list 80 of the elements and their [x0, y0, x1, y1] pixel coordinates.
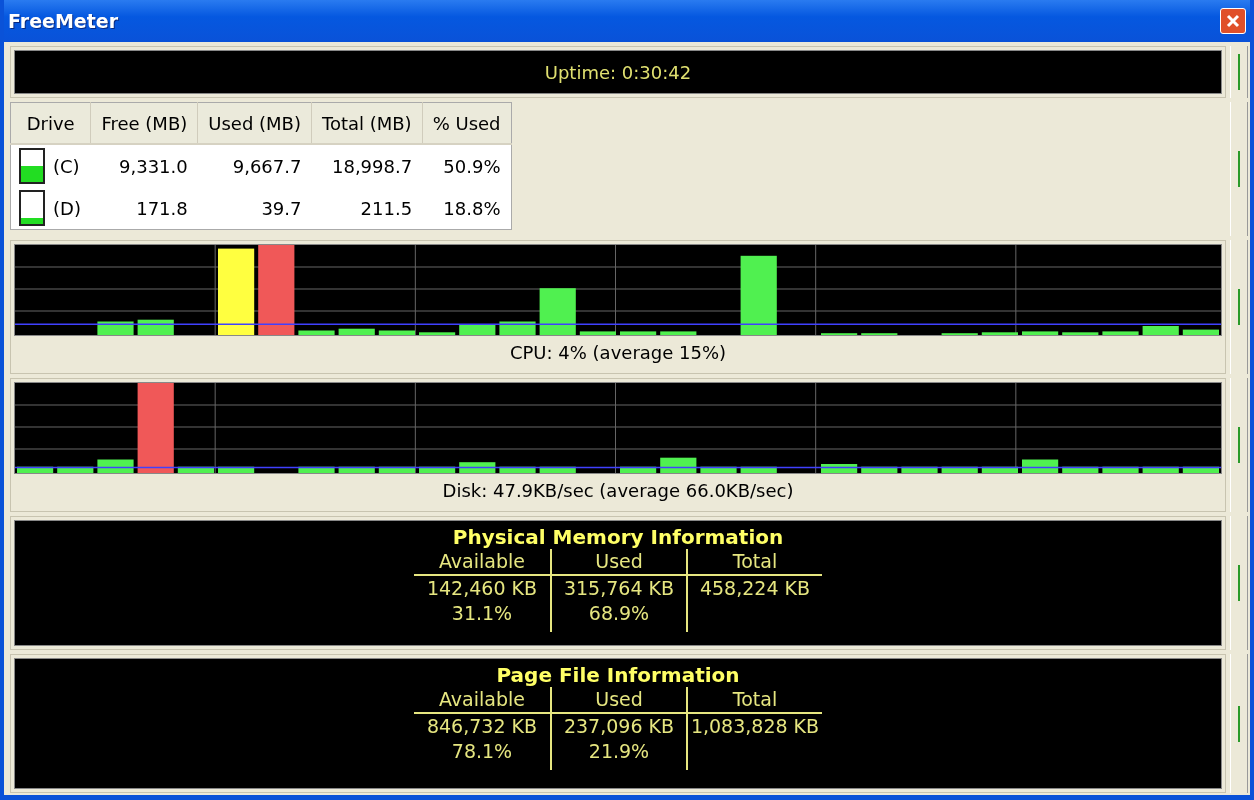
usage-bar	[1062, 332, 1099, 335]
usage-bar	[17, 466, 54, 473]
usage-bar	[821, 464, 858, 473]
table-cell: 9,331.0	[90, 144, 198, 187]
usage-bar	[620, 331, 657, 335]
column-header: Used	[550, 549, 686, 576]
window-title: FreeMeter	[8, 10, 119, 32]
usage-bar	[981, 466, 1018, 473]
usage-bar	[1102, 466, 1139, 473]
amount-value: 846,732 KB	[425, 714, 539, 739]
usage-bar	[378, 466, 415, 473]
usage-bar	[861, 466, 898, 473]
usage-bar	[1022, 331, 1059, 335]
usage-bar	[378, 330, 415, 335]
usage-bar	[338, 466, 375, 473]
table-cell: (C)	[53, 155, 80, 177]
usage-bar	[419, 466, 456, 473]
column-header: Available	[414, 549, 550, 576]
table-cell: (D)	[53, 197, 81, 219]
usage-bar	[740, 466, 777, 473]
table-cell: 50.9%	[422, 144, 512, 187]
column-header[interactable]: Free (MB)	[90, 102, 198, 144]
table-cell: 18,998.7	[311, 144, 423, 187]
panel-title: Page File Information	[496, 663, 740, 687]
amount-value: 237,096 KB	[562, 714, 676, 739]
column-header[interactable]: Total (MB)	[311, 102, 423, 144]
column-header: Available	[414, 687, 550, 714]
usage-bar	[1142, 326, 1179, 335]
usage-bar	[1182, 466, 1219, 473]
usage-bar	[57, 466, 94, 473]
usage-bar	[499, 466, 536, 473]
usage-bar	[660, 331, 697, 335]
usage-bar	[539, 466, 576, 473]
usage-bar	[338, 328, 375, 335]
column-header[interactable]: % Used	[422, 102, 512, 144]
usage-bar	[1102, 331, 1139, 335]
amount-value: 1,083,828 KB	[689, 714, 821, 739]
column-header[interactable]: Drive	[10, 102, 91, 144]
close-icon	[1225, 13, 1241, 29]
panel-title: Physical Memory Information	[452, 525, 784, 549]
usage-bar	[298, 330, 335, 335]
percent-value: 31.1%	[450, 601, 514, 626]
usage-bar	[620, 466, 657, 473]
usage-bar	[177, 466, 214, 473]
disk-caption: Disk: 47.9KB/sec (average 66.0KB/sec)	[441, 479, 795, 503]
uptime-display: Uptime: 0:30:42	[14, 50, 1222, 94]
usage-bar	[901, 466, 938, 473]
usage-bar	[459, 324, 496, 335]
table-cell: 9,667.7	[197, 144, 312, 187]
table-cell: 171.8	[90, 187, 198, 230]
close-button[interactable]	[1220, 8, 1246, 34]
usage-bar	[459, 462, 496, 473]
drive-icon	[19, 148, 45, 184]
resize-handle[interactable]	[1230, 654, 1248, 793]
column-header: Total	[686, 549, 822, 576]
table-cell: 18.8%	[422, 187, 512, 230]
usage-bar	[419, 332, 456, 335]
percent-value: 68.9%	[587, 601, 651, 626]
table-cell: 39.7	[197, 187, 312, 230]
usage-bar	[1182, 329, 1219, 335]
usage-bar	[1062, 466, 1099, 473]
usage-bar	[579, 331, 616, 335]
column-header[interactable]: Used (MB)	[197, 102, 312, 144]
usage-bar	[218, 466, 255, 473]
column-header: Used	[550, 687, 686, 714]
amount-value: 315,764 KB	[562, 576, 676, 601]
usage-bar	[298, 466, 335, 473]
cpu-caption: CPU: 4% (average 15%)	[508, 341, 728, 365]
usage-bar	[539, 288, 576, 335]
usage-bar	[1142, 466, 1179, 473]
amount-value: 458,224 KB	[698, 576, 812, 601]
percent-value: 78.1%	[450, 739, 514, 764]
usage-bar	[700, 466, 737, 473]
column-header: Total	[686, 687, 822, 714]
table-cell: 211.5	[311, 187, 423, 230]
amount-value: 142,460 KB	[425, 576, 539, 601]
usage-bar	[941, 466, 978, 473]
percent-value: 21.9%	[587, 739, 651, 764]
drive-icon	[19, 190, 45, 226]
usage-bar	[981, 332, 1018, 335]
